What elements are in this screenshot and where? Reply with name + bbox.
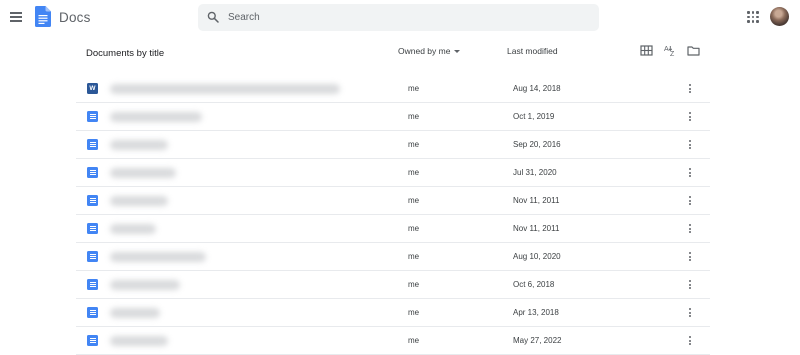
document-row[interactable]: me Apr 13, 2018 xyxy=(76,299,710,327)
document-last-modified: Apr 13, 2018 xyxy=(513,308,559,317)
document-row[interactable]: me Aug 10, 2020 xyxy=(76,243,710,271)
document-last-modified: Sep 20, 2016 xyxy=(513,140,561,149)
document-owner: me xyxy=(408,280,420,289)
document-title-redacted[interactable] xyxy=(110,336,168,346)
more-vert-icon[interactable] xyxy=(687,83,693,96)
document-owner: me xyxy=(408,168,420,177)
folder-icon[interactable] xyxy=(687,44,700,57)
document-title-redacted[interactable] xyxy=(110,252,206,262)
document-last-modified: Nov 11, 2011 xyxy=(513,196,560,205)
top-bar: Docs xyxy=(0,0,800,36)
docs-file-icon xyxy=(87,139,98,150)
document-row[interactable]: me Oct 1, 2019 xyxy=(76,103,710,131)
document-owner: me xyxy=(408,224,420,233)
docs-file-icon xyxy=(87,307,98,318)
owner-filter-dropdown[interactable]: Owned by me xyxy=(398,46,461,56)
more-vert-icon[interactable] xyxy=(687,307,693,320)
document-owner: me xyxy=(408,336,420,345)
document-title-redacted[interactable] xyxy=(110,224,156,234)
docs-logo-icon[interactable] xyxy=(35,6,51,27)
docs-file-icon xyxy=(87,111,98,122)
document-owner: me xyxy=(408,196,420,205)
document-owner: me xyxy=(408,140,420,149)
more-vert-icon[interactable] xyxy=(687,335,693,348)
main-menu-button[interactable] xyxy=(8,9,24,25)
document-last-modified: Aug 14, 2018 xyxy=(513,84,561,93)
caret-down-icon xyxy=(454,49,461,53)
document-last-modified: Oct 6, 2018 xyxy=(513,280,555,289)
docs-file-icon xyxy=(87,279,98,290)
list-title: Documents by title xyxy=(86,48,165,59)
hamburger-menu-icon xyxy=(10,12,22,14)
document-row[interactable]: me Nov 11, 2011 xyxy=(76,187,710,215)
account-avatar[interactable] xyxy=(770,7,789,26)
document-owner: me xyxy=(408,84,420,93)
document-list: Wme Aug 14, 2018 me Oct 1, 2019 me Sep 20, 20… xyxy=(76,75,710,355)
docs-file-icon xyxy=(87,167,98,178)
document-last-modified: Jul 31, 2020 xyxy=(513,168,557,177)
document-row[interactable]: Wme Aug 14, 2018 xyxy=(76,75,710,103)
sort-by-modified[interactable]: Last modified xyxy=(507,46,558,56)
app-name[interactable]: Docs xyxy=(59,10,91,25)
document-last-modified: Nov 11, 2011 xyxy=(513,224,560,233)
document-title-redacted[interactable] xyxy=(110,84,340,94)
document-last-modified: May 27, 2022 xyxy=(513,336,562,345)
document-owner: me xyxy=(408,112,420,121)
docs-file-icon xyxy=(87,251,98,262)
document-title-redacted[interactable] xyxy=(110,112,202,122)
document-row[interactable]: me Sep 20, 2016 xyxy=(76,131,710,159)
document-title-redacted[interactable] xyxy=(110,140,168,150)
document-row[interactable]: me Nov 11, 2011 xyxy=(76,215,710,243)
docs-file-icon xyxy=(87,195,98,206)
document-title-redacted[interactable] xyxy=(110,308,160,318)
apps-grid-icon[interactable] xyxy=(747,11,759,23)
sort-az-icon[interactable]: A Z xyxy=(664,44,677,57)
search-bar[interactable] xyxy=(198,4,599,31)
more-vert-icon[interactable] xyxy=(687,111,693,124)
more-vert-icon[interactable] xyxy=(687,139,693,152)
svg-text:Z: Z xyxy=(670,51,675,57)
search-input[interactable] xyxy=(228,4,588,31)
document-row[interactable]: me Jul 31, 2020 xyxy=(76,159,710,187)
docs-file-icon xyxy=(87,223,98,234)
more-vert-icon[interactable] xyxy=(687,279,693,292)
document-owner: me xyxy=(408,308,420,317)
more-vert-icon[interactable] xyxy=(687,223,693,236)
svg-text:A: A xyxy=(664,46,669,53)
document-row[interactable]: me Oct 6, 2018 xyxy=(76,271,710,299)
docs-file-icon xyxy=(87,335,98,346)
document-title-redacted[interactable] xyxy=(110,196,168,206)
owner-filter-label: Owned by me xyxy=(398,46,451,56)
more-vert-icon[interactable] xyxy=(687,195,693,208)
document-last-modified: Aug 10, 2020 xyxy=(513,252,561,261)
more-vert-icon[interactable] xyxy=(687,251,693,264)
search-icon[interactable] xyxy=(207,11,219,23)
document-title-redacted[interactable] xyxy=(110,280,180,290)
grid-view-icon[interactable] xyxy=(640,44,653,57)
word-file-icon: W xyxy=(87,83,98,94)
document-last-modified: Oct 1, 2019 xyxy=(513,112,555,121)
more-vert-icon[interactable] xyxy=(687,167,693,180)
document-owner: me xyxy=(408,252,420,261)
document-row[interactable]: me May 27, 2022 xyxy=(76,327,710,355)
document-title-redacted[interactable] xyxy=(110,168,176,178)
